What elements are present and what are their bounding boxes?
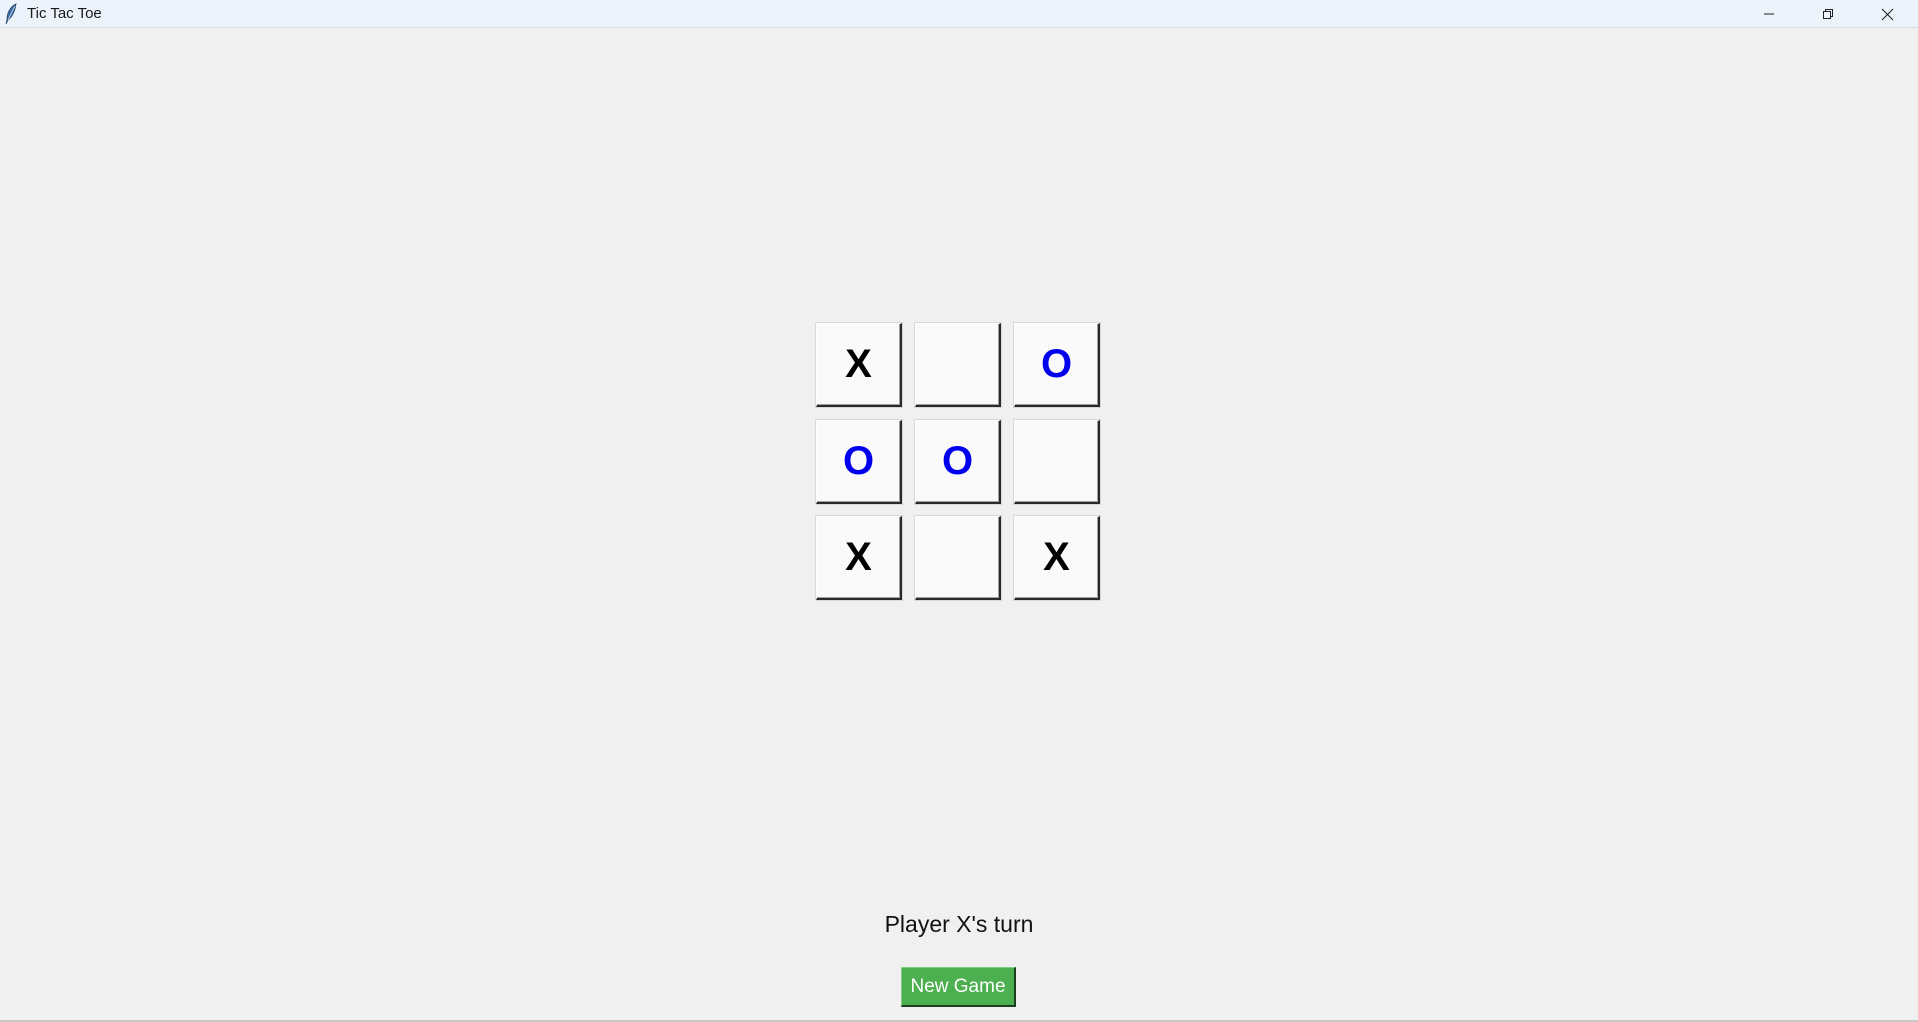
app-window: Tic Tac Toe X O O O X X Player X's turn … <box>0 0 1918 1022</box>
minimize-icon <box>1763 8 1775 20</box>
window-title: Tic Tac Toe <box>27 5 102 22</box>
cell-0-0[interactable]: X <box>816 323 902 407</box>
cell-1-0[interactable]: O <box>816 420 902 504</box>
close-icon <box>1881 8 1894 21</box>
new-game-button[interactable]: New Game <box>901 967 1016 1007</box>
restore-button[interactable] <box>1799 0 1857 28</box>
cell-2-1[interactable] <box>915 516 1001 600</box>
minimize-button[interactable] <box>1740 0 1798 28</box>
cell-1-1[interactable]: O <box>915 420 1001 504</box>
cell-0-2[interactable]: O <box>1014 323 1100 407</box>
turn-status-label: Player X's turn <box>884 911 1034 937</box>
close-button[interactable] <box>1858 0 1916 28</box>
cell-2-2[interactable]: X <box>1014 516 1100 600</box>
game-board: X O O O X X <box>816 323 1101 600</box>
restore-icon <box>1822 8 1834 20</box>
title-bar[interactable]: Tic Tac Toe <box>0 0 1918 28</box>
cell-1-2[interactable] <box>1014 420 1100 504</box>
cell-2-0[interactable]: X <box>816 516 902 600</box>
cell-0-1[interactable] <box>915 323 1001 407</box>
feather-icon <box>4 3 18 25</box>
